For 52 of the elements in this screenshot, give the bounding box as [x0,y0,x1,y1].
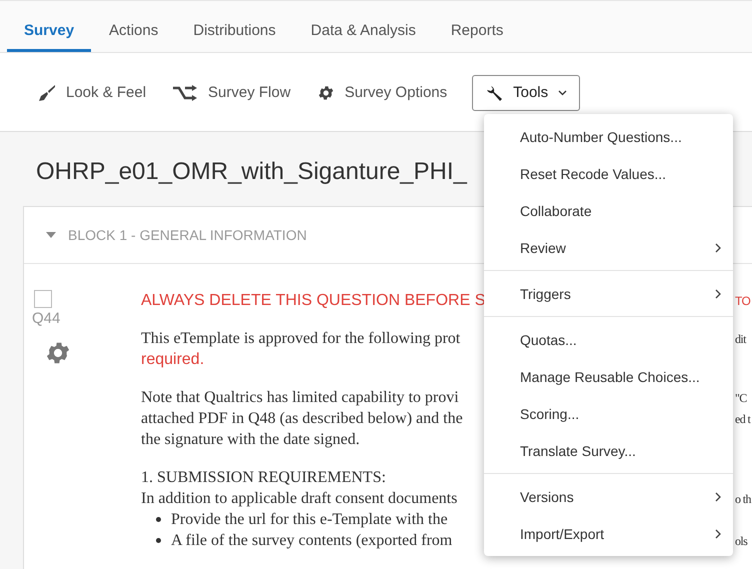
toolbar-button[interactable]: Survey Flow [169,75,304,110]
question-text: 1. SUBMISSION REQUIREMENTS: [141,468,386,488]
question-text: In addition to applicable draft consent documents [141,489,458,509]
question-text: the signature with the date signed. [141,430,360,450]
paintbrush-icon [36,84,56,102]
menu-item[interactable]: Manage Reusable Choices... [484,358,733,395]
question-number: Q44 [32,310,60,327]
question-text: A file of the survey contents (exported from [171,531,452,551]
toolbar-button[interactable]: Survey Options [314,74,460,110]
menu-item[interactable]: Triggers [484,275,733,312]
menu-item[interactable]: Review [484,229,733,266]
question-text: "C [735,390,747,407]
caret-icon[interactable] [46,232,56,238]
chevron-icon [715,242,721,252]
question-text: This eTemplate is approved for the following prot [141,329,460,349]
question-text: Provide the url for this e-Template with the [171,510,448,530]
menu-item[interactable]: Auto-Number Questions... [484,118,733,155]
question-text: required. [141,350,204,370]
chevron-icon [715,492,721,502]
menu-item[interactable]: Import/Export [484,515,733,552]
shuffle-icon [172,84,198,100]
chevron-icon [715,528,721,538]
menu-item[interactable]: Versions [484,478,733,515]
menu-item[interactable]: Quotas... [484,321,733,358]
question-text: ALWAYS DELETE THIS QUESTION BEFORE S [141,291,486,311]
tab[interactable]: Distributions [176,13,293,52]
survey-title: OHRP_e01_OMR_with_Siganture_PHI_ [36,158,467,186]
question-text: TO [735,293,750,310]
question-text: attached PDF in Q48 (as described below) and the [141,409,463,429]
chevron-icon [715,288,721,298]
wrench-icon [485,84,504,102]
question-text: Note that Qualtrics has limited capability to provi [141,388,459,408]
checkbox[interactable] [34,290,52,308]
menu-item[interactable]: Reset Recode Values... [484,155,733,192]
tab[interactable]: Reports [434,13,520,52]
question-text: dit [735,331,746,348]
bullet-icon [156,517,161,522]
bullet-icon [156,538,161,543]
toolbar-button[interactable]: Look & Feel [33,74,160,110]
menu-item[interactable]: Collaborate [484,192,733,229]
caret-icon [558,90,568,96]
question-text: ed t [735,411,750,428]
question-text: ols [735,533,748,550]
block-title: BLOCK 1 - GENERAL INFORMATION [68,227,307,243]
toolbar-button[interactable]: Tools [472,74,580,110]
menu-item[interactable]: Scoring... [484,395,733,432]
tab[interactable]: Actions [92,13,176,52]
menu-item[interactable]: Translate Survey... [484,432,733,469]
settings-icon [316,84,335,102]
tab[interactable]: Survey [7,13,92,52]
tab[interactable]: Data & Analysis [294,13,433,52]
question-text: o th [735,491,751,508]
